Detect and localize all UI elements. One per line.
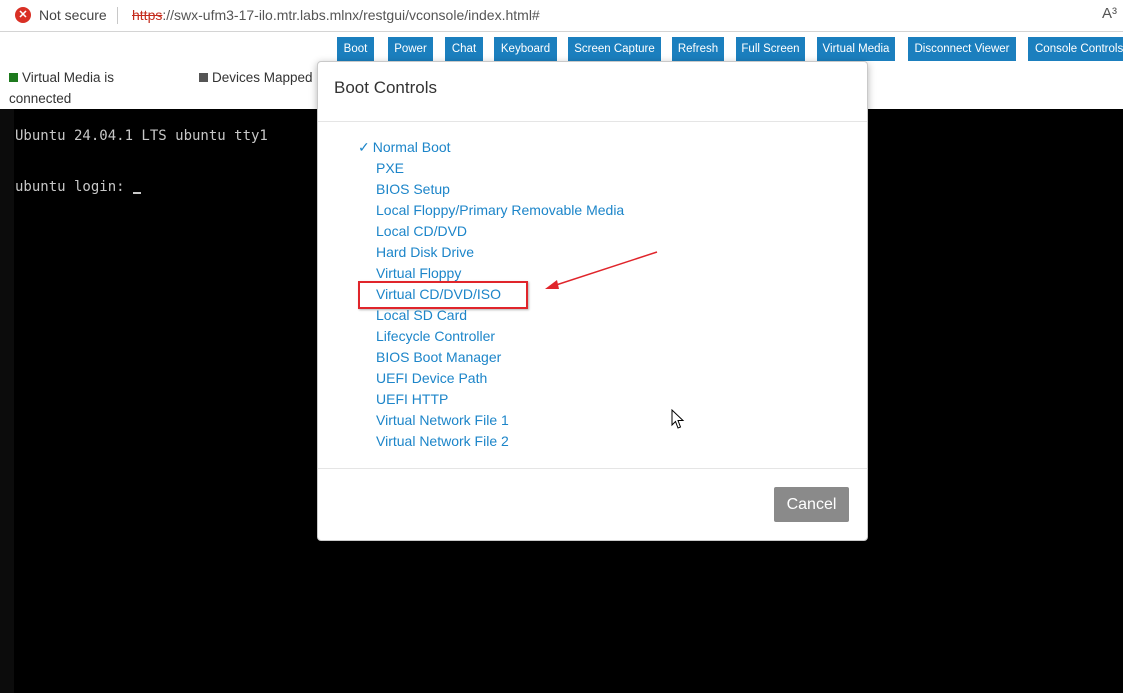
mouse-pointer-icon	[671, 409, 685, 429]
annotation-arrow-icon	[545, 251, 658, 289]
